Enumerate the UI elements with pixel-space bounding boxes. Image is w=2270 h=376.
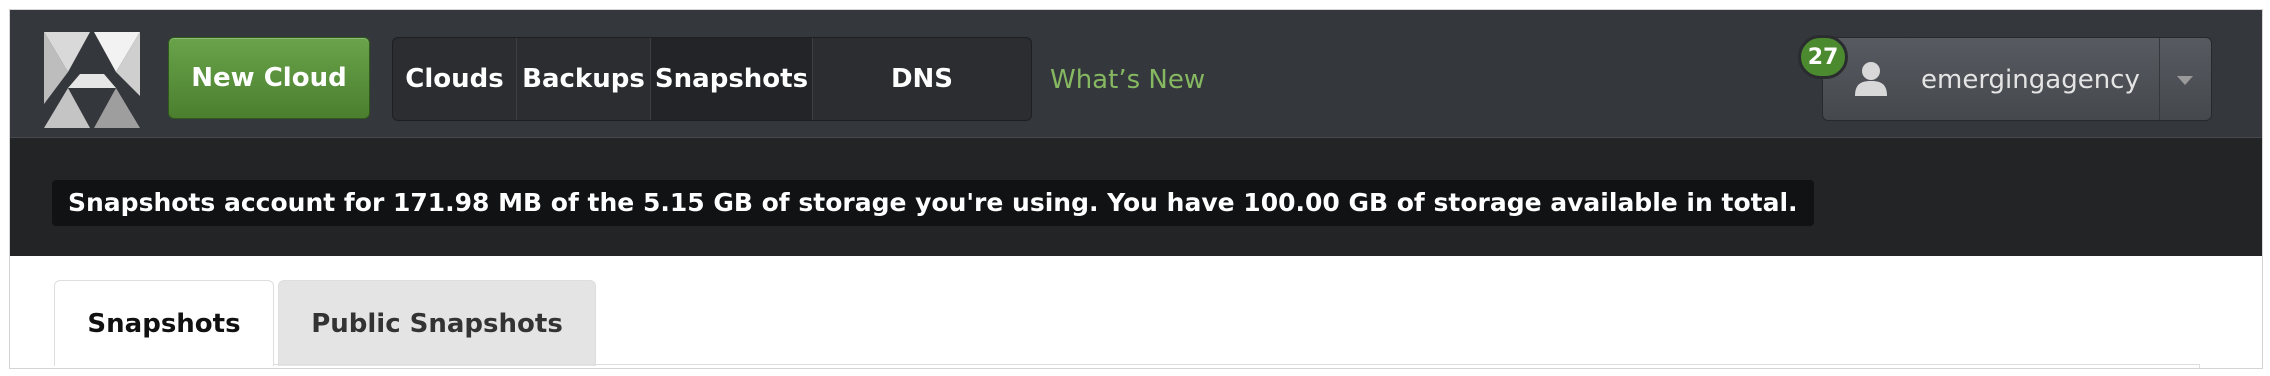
storage-info-bar: Snapshots account for 171.98 MB of the 5… — [10, 138, 2262, 256]
new-cloud-button[interactable]: New Cloud — [168, 37, 370, 119]
main-nav: Clouds Backups Snapshots DNS — [392, 37, 1032, 121]
tab-panel-border — [54, 364, 2200, 365]
nav-dns[interactable]: DNS — [813, 38, 1031, 120]
nav-clouds[interactable]: Clouds — [393, 38, 517, 120]
user-icon — [1855, 62, 1887, 96]
tab-snapshots[interactable]: Snapshots — [54, 280, 274, 366]
notification-badge[interactable]: 27 — [1798, 35, 1848, 79]
whats-new-link[interactable]: What’s New — [1050, 65, 1205, 95]
x-cube-logo-icon[interactable] — [40, 28, 144, 132]
user-menu-button[interactable]: emergingagency — [1822, 37, 2212, 121]
tab-panel-border-right — [2199, 364, 2200, 368]
chevron-down-icon[interactable] — [2177, 76, 2193, 86]
tab-public-snapshots[interactable]: Public Snapshots — [278, 280, 596, 366]
app-frame: New Cloud Clouds Backups Snapshots DNS W… — [9, 9, 2263, 369]
username-label: emergingagency — [1921, 65, 2140, 95]
user-menu-divider — [2159, 38, 2160, 120]
nav-backups[interactable]: Backups — [517, 38, 651, 120]
content-area: Snapshots Public Snapshots — [10, 256, 2262, 368]
top-navbar: New Cloud Clouds Backups Snapshots DNS W… — [10, 10, 2262, 138]
nav-snapshots[interactable]: Snapshots — [651, 38, 813, 120]
storage-summary-text: Snapshots account for 171.98 MB of the 5… — [52, 180, 1814, 226]
